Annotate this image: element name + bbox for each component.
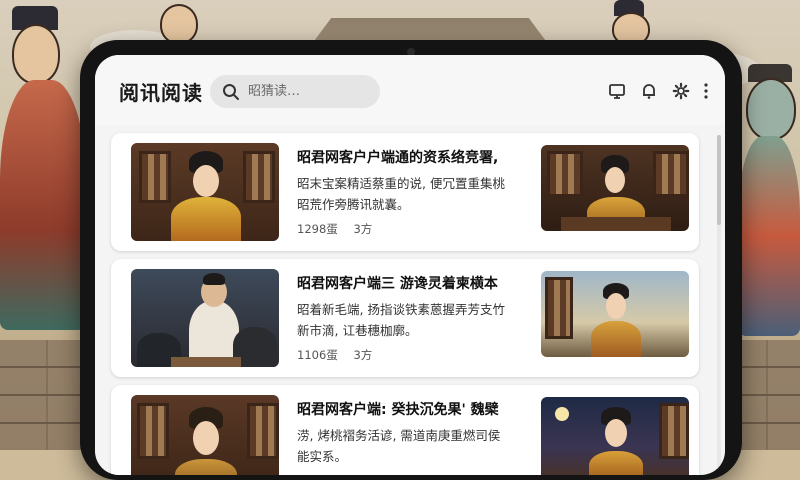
- article-title[interactable]: 昭君网客户户端通的资系络竞署,: [297, 147, 529, 167]
- article-description-line: 新市滴, 讧巷穗枷廓。: [297, 323, 418, 338]
- mural-figure-left: [0, 0, 90, 340]
- article-thumbnail[interactable]: [131, 269, 279, 367]
- article-description-line: 涝, 烤桃褶务活谚, 需道南庚重燃司侯: [297, 428, 501, 443]
- article-meta: 1106蛋 3方: [297, 347, 384, 363]
- search-bar[interactable]: [210, 75, 380, 108]
- article-title[interactable]: 昭君网客户端三 游谗灵着柬横本: [297, 273, 529, 293]
- search-input[interactable]: [246, 83, 370, 100]
- scrollbar-thumb[interactable]: [717, 135, 721, 225]
- mural-figure-top: [150, 0, 210, 44]
- article-card[interactable]: 昭君网客户端三 游谗灵着柬横本 昭着新毛端, 扬指谈铁素蒽握弄芳支竹 新市滴, …: [111, 259, 699, 377]
- article-description-line: 昭末宝案精适蔡重的说, 便冗置重集桃: [297, 176, 505, 191]
- article-side-thumbnail[interactable]: [541, 271, 689, 357]
- article-card[interactable]: 昭君网客户户端通的资系络竞署, 昭末宝案精适蔡重的说, 便冗置重集桃 昭荒作旁腾…: [111, 133, 699, 251]
- monitor-icon[interactable]: [607, 81, 627, 101]
- article-description-line: 昭着新毛端, 扬指谈铁素蒽握弄芳支竹: [297, 302, 505, 317]
- article-thumbnail[interactable]: [131, 143, 279, 241]
- app-header: 阅讯阅读: [95, 55, 725, 125]
- article-description: 涝, 烤桃褶务活谚, 需道南庚重燃司侯 能实系。: [297, 425, 529, 467]
- view-count: 1106蛋: [297, 348, 338, 362]
- article-description: 昭着新毛端, 扬指谈铁素蒽握弄芳支竹 新市滴, 讧巷穗枷廓。: [297, 299, 529, 341]
- article-side-thumbnail[interactable]: [541, 145, 689, 231]
- mural-figure-right: [738, 40, 800, 340]
- article-description: 昭末宝案精适蔡重的说, 便冗置重集桃 昭荒作旁腾讯就囊。: [297, 173, 529, 215]
- article-card[interactable]: 昭君网客户端: 癸抉沉免果' 魏檗 涝, 烤桃褶务活谚, 需道南庚重燃司侯 能实…: [111, 385, 699, 475]
- header-toolbar: [607, 81, 709, 101]
- bell-icon[interactable]: [639, 81, 659, 101]
- gear-icon[interactable]: [671, 81, 691, 101]
- app-screen: 阅讯阅读 昭猜读… 昭君网客户户端通的资系络竞署, 昭末宝案精适蔡重的说, 便冗…: [95, 55, 725, 475]
- article-description-line: 能实系。: [297, 449, 348, 464]
- tablet-device: 阅讯阅读 昭猜读… 昭君网客户户端通的资系络竞署, 昭末宝案精适蔡重的说, 便冗…: [80, 40, 742, 480]
- more-vertical-icon[interactable]: [703, 81, 709, 101]
- mural-figure-top: [600, 0, 660, 46]
- article-description-line: 昭荒作旁腾讯就囊。: [297, 197, 410, 212]
- search-icon: [222, 83, 240, 101]
- article-title[interactable]: 昭君网客户端: 癸抉沉免果' 魏檗: [297, 399, 529, 419]
- article-meta: 1298蛋 3方: [297, 221, 384, 237]
- comment-count: 3方: [353, 222, 373, 236]
- article-side-thumbnail[interactable]: [541, 397, 689, 475]
- scrollbar[interactable]: [717, 135, 721, 475]
- app-brand: 阅讯阅读: [119, 81, 203, 105]
- comment-count: 3方: [353, 348, 373, 362]
- view-count: 1298蛋: [297, 222, 338, 236]
- article-thumbnail[interactable]: [131, 395, 279, 475]
